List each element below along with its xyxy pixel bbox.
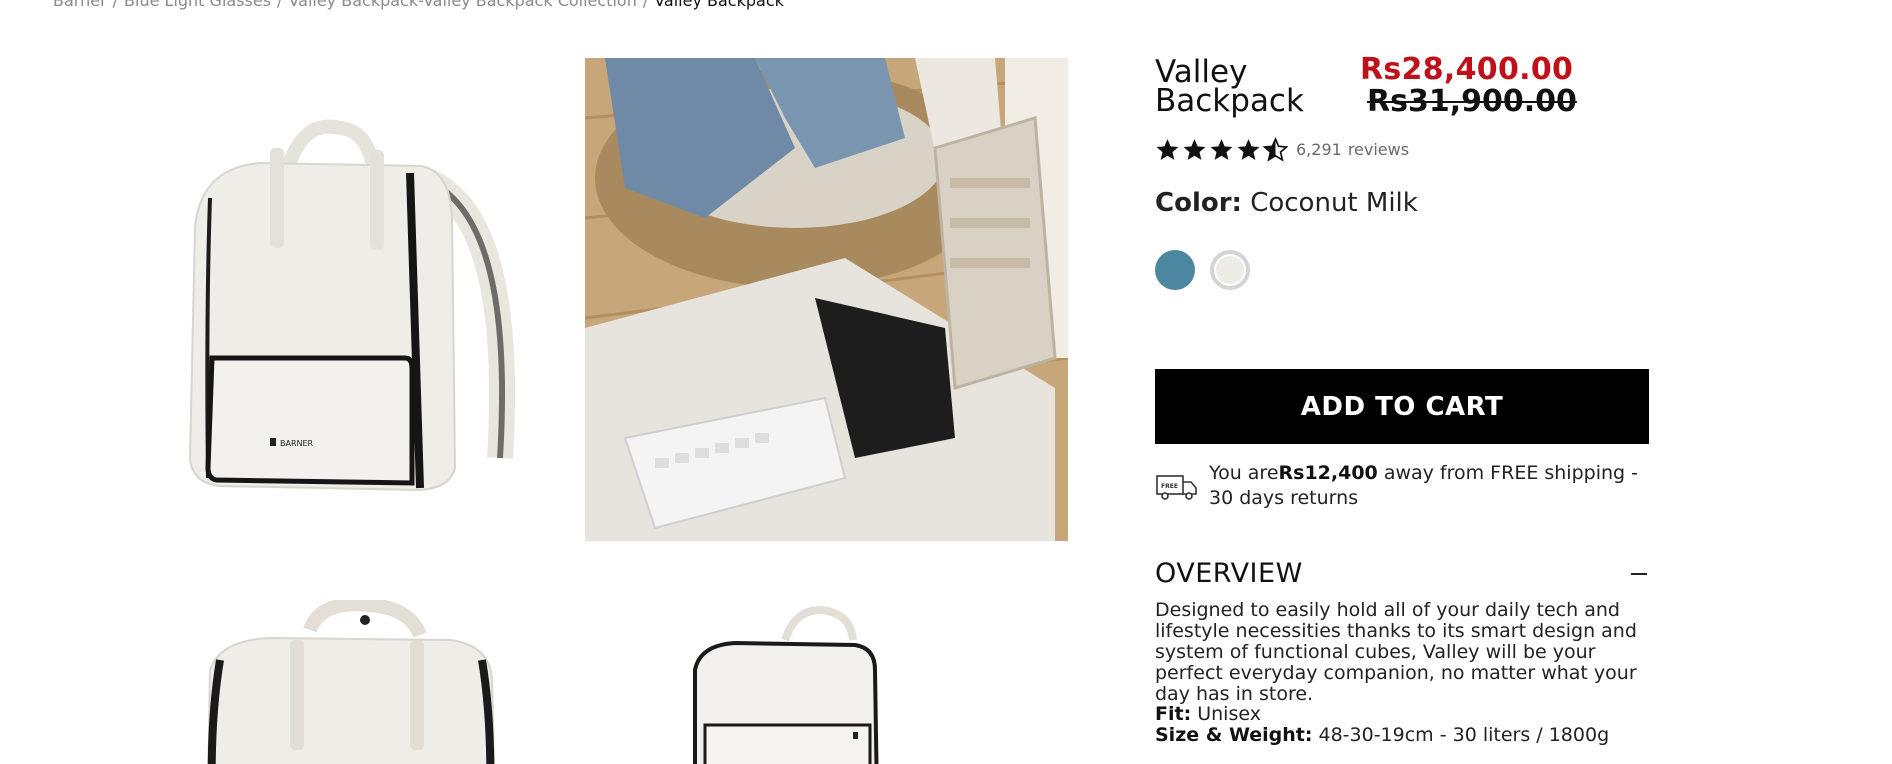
free-shipping-notice: FREE You areRs12,400 away from FREE ship… [1155, 461, 1650, 511]
reviews-link[interactable]: 6,291 reviews [1296, 140, 1409, 159]
breadcrumb-link-home[interactable]: Barner [53, 0, 107, 10]
star-full-icon [1210, 139, 1233, 160]
star-full-icon [1237, 139, 1260, 160]
product-image-side[interactable] [585, 600, 1068, 764]
svg-text:BARNER: BARNER [280, 439, 314, 448]
product-image-front-closeup[interactable] [120, 600, 603, 764]
overview-description: Designed to easily hold all of your dail… [1155, 599, 1637, 705]
size-weight-label: Size & Weight: [1155, 724, 1313, 746]
add-to-cart-button[interactable]: ADD TO CART [1155, 369, 1649, 444]
backpack-front-illustration: BARNER [120, 58, 603, 541]
sale-price: Rs28,400.00 [1360, 52, 1574, 87]
breadcrumb-link-blue-light-glasses[interactable]: Blue Light Glasses [124, 0, 271, 10]
fit-label: Fit: [1155, 703, 1192, 725]
shipping-message: You areRs12,400 away from FREE shipping … [1209, 461, 1650, 511]
review-count: 6,291 [1296, 140, 1342, 159]
backpack-closeup-illustration [120, 600, 603, 764]
fit-value: Unisex [1197, 703, 1261, 725]
backpack-open-lifestyle-illustration [585, 58, 1068, 541]
color-swatches [1155, 250, 1250, 290]
breadcrumb-separator: / [642, 0, 649, 10]
swatch-coconut-milk[interactable] [1210, 250, 1250, 290]
original-price: Rs31,900.00 [1367, 84, 1577, 119]
product-title: Valley Backpack [1155, 54, 1304, 119]
breadcrumb-separator: / [277, 0, 283, 10]
rating-row[interactable]: 6,291 reviews [1155, 137, 1409, 162]
spec-size-weight: Size & Weight: 48-30-19cm - 30 liters / … [1155, 724, 1609, 746]
overview-accordion-header[interactable]: OVERVIEW [1155, 558, 1650, 589]
color-label: Color: [1155, 188, 1242, 218]
shipping-amount: Rs12,400 [1278, 462, 1378, 484]
star-rating [1155, 137, 1288, 162]
free-truck-icon: FREE [1156, 475, 1197, 500]
product-image-front[interactable]: BARNER [120, 58, 603, 541]
color-value: Coconut Milk [1250, 188, 1418, 218]
swatch-blue[interactable] [1155, 250, 1195, 290]
star-half-icon [1263, 137, 1288, 162]
color-selection-label: Color: Coconut Milk [1155, 188, 1418, 218]
backpack-side-illustration [585, 600, 1068, 764]
breadcrumb: Barner / Blue Light Glasses / Valley Backpac… [53, 0, 784, 10]
product-image-lifestyle[interactable] [585, 58, 1068, 541]
star-full-icon [1156, 139, 1179, 160]
title-price-row: Valley Backpack Rs28,400.00 Rs31,900.00 [1155, 52, 1650, 122]
truck-free-text: FREE [1161, 483, 1178, 490]
star-full-icon [1183, 139, 1206, 160]
collapse-minus-icon[interactable] [1628, 563, 1650, 585]
breadcrumb-link-collection[interactable]: Valley Backpack-Valley Backpack Collecti… [288, 0, 636, 10]
breadcrumb-separator: / [112, 0, 119, 10]
shipping-prefix: You are [1209, 462, 1279, 484]
spec-fit: Fit: Unisex [1155, 703, 1261, 725]
overview-heading: OVERVIEW [1155, 558, 1303, 589]
breadcrumb-current: Valley Backpack [654, 0, 784, 10]
size-weight-value: 48-30-19cm - 30 liters / 1800g [1318, 724, 1610, 746]
reviews-label: reviews [1347, 140, 1410, 159]
